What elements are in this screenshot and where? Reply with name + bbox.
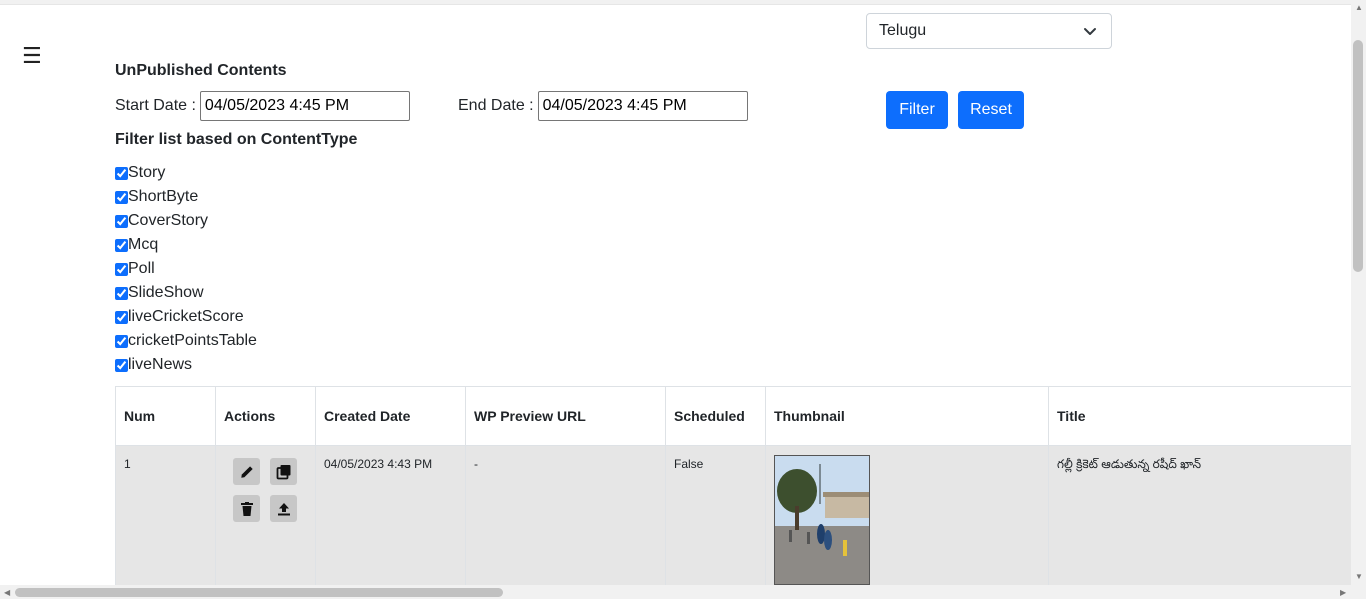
cell-actions	[215, 445, 316, 586]
copy-icon	[276, 464, 290, 479]
cricket-photo-image	[775, 456, 869, 584]
checkbox[interactable]	[115, 214, 128, 228]
contents-table: Num Actions Created Date WP Preview URL …	[115, 386, 1366, 586]
header-wp-preview-url[interactable]: WP Preview URL	[465, 386, 666, 446]
checkbox[interactable]	[115, 166, 128, 180]
checkbox[interactable]	[115, 286, 128, 300]
content-type-story[interactable]: Story	[115, 161, 257, 185]
table-header-row: Num Actions Created Date WP Preview URL …	[115, 386, 1366, 446]
end-date-row: End Date :	[458, 91, 748, 121]
end-date-input[interactable]	[537, 91, 748, 121]
start-date-input[interactable]	[199, 91, 410, 121]
header-actions[interactable]: Actions	[215, 386, 316, 446]
end-date-label: End Date :	[458, 97, 534, 114]
pencil-icon	[240, 465, 253, 478]
header-title[interactable]: Title	[1048, 386, 1366, 446]
reset-button[interactable]: Reset	[958, 91, 1024, 129]
content-type-shortbyte[interactable]: ShortByte	[115, 185, 257, 209]
publish-button[interactable]	[270, 495, 297, 522]
vertical-scrollbar[interactable]: ▲ ▼	[1351, 0, 1366, 599]
cell-scheduled: False	[665, 445, 766, 586]
content-type-cricketpointstable[interactable]: cricketPointsTable	[115, 329, 257, 353]
header-num[interactable]: Num	[115, 386, 216, 446]
top-border	[0, 0, 1352, 5]
cell-created-date: 04/05/2023 4:43 PM	[315, 445, 466, 586]
hamburger-menu-icon[interactable]: ☰	[22, 45, 42, 67]
edit-button[interactable]	[233, 458, 260, 485]
checkbox[interactable]	[115, 262, 128, 276]
content-type-mcq[interactable]: Mcq	[115, 233, 257, 257]
start-date-label: Start Date :	[115, 97, 196, 114]
delete-button[interactable]	[233, 495, 260, 522]
language-select[interactable]: Telugu	[866, 13, 1112, 49]
header-created-date[interactable]: Created Date	[315, 386, 466, 446]
scroll-down-icon[interactable]: ▼	[1355, 572, 1363, 581]
thumbnail-image[interactable]	[774, 455, 870, 585]
content-type-livecricketscore[interactable]: liveCricketScore	[115, 305, 257, 329]
table-row: 1 04/05/2023 4:43 PM - False గల్లీ క్రిక…	[115, 445, 1366, 586]
checkbox[interactable]	[115, 358, 128, 372]
vertical-scroll-thumb[interactable]	[1353, 40, 1363, 272]
cell-wp-preview-url: -	[465, 445, 666, 586]
cell-num: 1	[115, 445, 216, 586]
trash-icon	[240, 501, 253, 516]
language-select-value: Telugu	[879, 22, 927, 39]
content-type-livenews[interactable]: liveNews	[115, 353, 257, 377]
horizontal-scrollbar[interactable]: ◀ ▶	[0, 585, 1351, 599]
chevron-down-icon	[1084, 28, 1096, 35]
page-title: UnPublished Contents	[115, 62, 287, 79]
scroll-right-icon[interactable]: ▶	[1340, 588, 1346, 597]
checkbox[interactable]	[115, 334, 128, 348]
filter-section-title: Filter list based on ContentType	[115, 131, 358, 148]
checkbox[interactable]	[115, 190, 128, 204]
checkbox[interactable]	[115, 310, 128, 324]
start-date-row: Start Date :	[115, 91, 410, 121]
cell-thumbnail	[765, 445, 1049, 586]
cell-title: గల్లీ క్రికెట్ ఆడుతున్న రషీద్ ఖాన్	[1048, 445, 1366, 586]
header-thumbnail[interactable]: Thumbnail	[765, 386, 1049, 446]
header-scheduled[interactable]: Scheduled	[665, 386, 766, 446]
scroll-up-icon[interactable]: ▲	[1355, 3, 1363, 12]
content-type-poll[interactable]: Poll	[115, 257, 257, 281]
upload-icon	[277, 502, 290, 515]
scroll-left-icon[interactable]: ◀	[4, 588, 10, 597]
content-type-slideshow[interactable]: SlideShow	[115, 281, 257, 305]
copy-button[interactable]	[270, 458, 297, 485]
filter-button[interactable]: Filter	[886, 91, 948, 129]
horizontal-scroll-thumb[interactable]	[15, 588, 503, 597]
content-type-coverstory[interactable]: CoverStory	[115, 209, 257, 233]
content-type-checklist: Story ShortByte CoverStory Mcq Poll Slid…	[115, 161, 257, 377]
checkbox[interactable]	[115, 238, 128, 252]
